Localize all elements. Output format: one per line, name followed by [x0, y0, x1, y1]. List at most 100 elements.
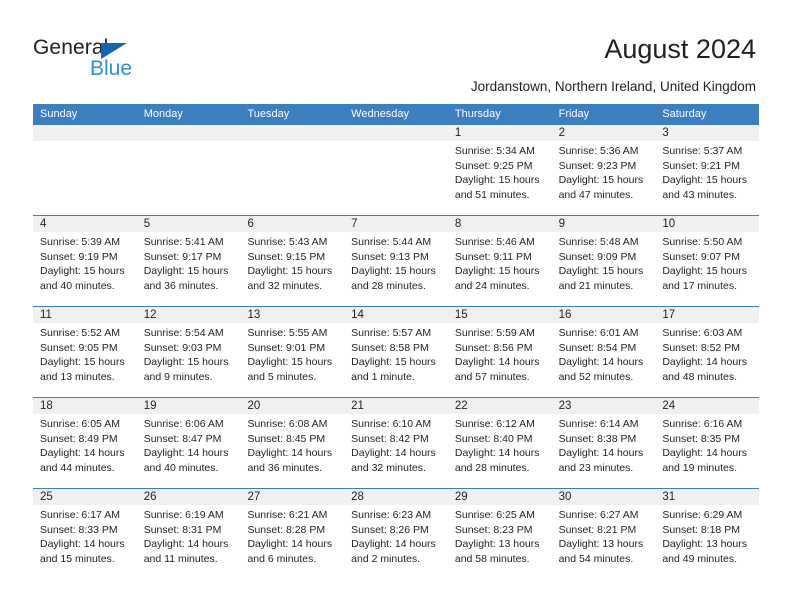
week-row: 1 Sunrise: 5:34 AM Sunset: 9:25 PM Dayli…	[33, 125, 760, 215]
day-info: Sunrise: 6:01 AM Sunset: 8:54 PM Dayligh…	[552, 323, 656, 384]
sunrise-text: Sunrise: 5:37 AM	[662, 145, 743, 157]
daylight-text-line1: Daylight: 14 hours	[40, 447, 125, 460]
daylight-text-line1: Daylight: 14 hours	[662, 356, 747, 369]
day-cell[interactable]: 24 Sunrise: 6:16 AM Sunset: 8:35 PM Dayl…	[655, 398, 760, 488]
page-header: General Blue August 2024 Jordanstown, No…	[0, 0, 792, 100]
day-cell[interactable]: 7 Sunrise: 5:44 AM Sunset: 9:13 PM Dayli…	[344, 216, 448, 306]
general-blue-logo[interactable]: General Blue	[33, 36, 233, 86]
day-cell[interactable]: 8 Sunrise: 5:46 AM Sunset: 9:11 PM Dayli…	[447, 216, 552, 306]
day-number: 25	[33, 489, 137, 505]
weekday-header-friday: Friday	[558, 108, 590, 120]
daylight-text-line2: and 40 minutes.	[143, 461, 219, 474]
daylight-text-line2: and 57 minutes.	[454, 370, 530, 383]
day-info: Sunrise: 5:36 AM Sunset: 9:23 PM Dayligh…	[552, 141, 656, 202]
day-cell[interactable]: 23 Sunrise: 6:14 AM Sunset: 8:38 PM Dayl…	[551, 398, 656, 488]
daylight-text-line1: Daylight: 13 hours	[454, 538, 540, 551]
day-cell[interactable]	[240, 125, 345, 215]
sunset-text: Sunset: 8:31 PM	[143, 523, 222, 536]
day-cell[interactable]: 5 Sunrise: 5:41 AM Sunset: 9:17 PM Dayli…	[136, 216, 241, 306]
sunset-text: Sunset: 8:52 PM	[662, 341, 740, 354]
week-row: 11 Sunrise: 5:52 AM Sunset: 9:05 PM Dayl…	[33, 306, 760, 397]
sunrise-text: Sunrise: 5:46 AM	[454, 236, 535, 248]
daylight-text-line2: and 21 minutes.	[558, 279, 634, 292]
day-cell[interactable]: 20 Sunrise: 6:08 AM Sunset: 8:45 PM Dayl…	[240, 398, 345, 488]
sunset-text: Sunset: 8:47 PM	[143, 432, 222, 445]
daylight-text-line2: and 15 minutes.	[40, 552, 115, 565]
day-cell[interactable]: 21 Sunrise: 6:10 AM Sunset: 8:42 PM Dayl…	[344, 398, 448, 488]
day-cell[interactable]: 14 Sunrise: 5:57 AM Sunset: 8:58 PM Dayl…	[344, 307, 448, 397]
day-cell[interactable]: 31 Sunrise: 6:29 AM Sunset: 8:18 PM Dayl…	[655, 489, 760, 579]
sunset-text: Sunset: 8:21 PM	[558, 523, 637, 536]
day-number: 2	[551, 125, 656, 141]
day-cell[interactable]: 13 Sunrise: 5:55 AM Sunset: 9:01 PM Dayl…	[240, 307, 345, 397]
sunset-text: Sunset: 8:38 PM	[558, 432, 637, 445]
sunset-text: Sunset: 8:23 PM	[454, 523, 533, 536]
day-cell[interactable]: 16 Sunrise: 6:01 AM Sunset: 8:54 PM Dayl…	[551, 307, 656, 397]
day-cell[interactable]: 17 Sunrise: 6:03 AM Sunset: 8:52 PM Dayl…	[655, 307, 760, 397]
daylight-text-line1: Daylight: 15 hours	[247, 265, 333, 278]
day-cell[interactable]: 9 Sunrise: 5:48 AM Sunset: 9:09 PM Dayli…	[551, 216, 656, 306]
day-cell[interactable]: 30 Sunrise: 6:27 AM Sunset: 8:21 PM Dayl…	[551, 489, 656, 579]
daylight-text-line1: Daylight: 15 hours	[454, 174, 540, 187]
day-cell[interactable]: 28 Sunrise: 6:23 AM Sunset: 8:26 PM Dayl…	[344, 489, 448, 579]
day-info: Sunrise: 6:25 AM Sunset: 8:23 PM Dayligh…	[448, 505, 552, 566]
sunrise-text: Sunrise: 5:55 AM	[247, 327, 328, 339]
sunset-text: Sunset: 9:21 PM	[662, 159, 740, 172]
day-cell[interactable]: 27 Sunrise: 6:21 AM Sunset: 8:28 PM Dayl…	[240, 489, 345, 579]
day-info: Sunrise: 5:44 AM Sunset: 9:13 PM Dayligh…	[344, 232, 448, 293]
day-number: 12	[136, 307, 241, 323]
daylight-text-line2: and 49 minutes.	[662, 552, 738, 565]
day-cell[interactable]: 26 Sunrise: 6:19 AM Sunset: 8:31 PM Dayl…	[136, 489, 241, 579]
day-number: 17	[655, 307, 760, 323]
daylight-text-line1: Daylight: 14 hours	[247, 447, 333, 460]
day-cell[interactable]: 18 Sunrise: 6:05 AM Sunset: 8:49 PM Dayl…	[33, 398, 137, 488]
day-info	[344, 141, 448, 144]
day-number	[136, 125, 241, 141]
sunrise-text: Sunrise: 5:59 AM	[454, 327, 535, 339]
sunset-text: Sunset: 8:26 PM	[351, 523, 429, 536]
daylight-text-line1: Daylight: 15 hours	[143, 356, 229, 369]
day-cell[interactable]: 1 Sunrise: 5:34 AM Sunset: 9:25 PM Dayli…	[447, 125, 552, 215]
day-cell[interactable]: 2 Sunrise: 5:36 AM Sunset: 9:23 PM Dayli…	[551, 125, 656, 215]
day-info: Sunrise: 5:39 AM Sunset: 9:19 PM Dayligh…	[33, 232, 137, 293]
sunrise-text: Sunrise: 6:17 AM	[40, 509, 120, 521]
sunrise-text: Sunrise: 6:12 AM	[454, 418, 535, 430]
day-cell[interactable]: 11 Sunrise: 5:52 AM Sunset: 9:05 PM Dayl…	[33, 307, 137, 397]
daylight-text-line1: Daylight: 15 hours	[558, 265, 644, 278]
logo-text-blue: Blue	[90, 57, 133, 80]
weekday-header-wednesday: Wednesday	[351, 108, 410, 120]
sunrise-text: Sunrise: 6:10 AM	[351, 418, 432, 430]
day-cell[interactable]	[344, 125, 448, 215]
day-info: Sunrise: 6:17 AM Sunset: 8:33 PM Dayligh…	[33, 505, 137, 566]
week-row: 4 Sunrise: 5:39 AM Sunset: 9:19 PM Dayli…	[33, 215, 760, 306]
day-info	[240, 141, 344, 144]
sunrise-text: Sunrise: 6:03 AM	[662, 327, 743, 339]
day-number: 18	[33, 398, 137, 414]
day-cell[interactable]: 10 Sunrise: 5:50 AM Sunset: 9:07 PM Dayl…	[655, 216, 760, 306]
sunrise-text: Sunrise: 5:52 AM	[40, 327, 120, 339]
day-cell[interactable]: 3 Sunrise: 5:37 AM Sunset: 9:21 PM Dayli…	[655, 125, 760, 215]
sunrise-text: Sunrise: 6:14 AM	[558, 418, 639, 430]
daylight-text-line1: Daylight: 14 hours	[662, 447, 747, 460]
day-info: Sunrise: 5:50 AM Sunset: 9:07 PM Dayligh…	[655, 232, 759, 293]
day-cell[interactable]: 29 Sunrise: 6:25 AM Sunset: 8:23 PM Dayl…	[447, 489, 552, 579]
weekday-header-saturday: Saturday	[662, 108, 707, 120]
day-cell[interactable]: 6 Sunrise: 5:43 AM Sunset: 9:15 PM Dayli…	[240, 216, 345, 306]
day-cell[interactable]	[136, 125, 241, 215]
day-info: Sunrise: 5:46 AM Sunset: 9:11 PM Dayligh…	[448, 232, 552, 293]
day-info: Sunrise: 6:27 AM Sunset: 8:21 PM Dayligh…	[552, 505, 656, 566]
day-cell[interactable]: 4 Sunrise: 5:39 AM Sunset: 9:19 PM Dayli…	[33, 216, 137, 306]
daylight-text-line1: Daylight: 14 hours	[351, 538, 436, 551]
day-cell[interactable]: 19 Sunrise: 6:06 AM Sunset: 8:47 PM Dayl…	[136, 398, 241, 488]
day-cell[interactable]: 12 Sunrise: 5:54 AM Sunset: 9:03 PM Dayl…	[136, 307, 241, 397]
day-cell[interactable]: 25 Sunrise: 6:17 AM Sunset: 8:33 PM Dayl…	[33, 489, 137, 579]
day-number: 14	[344, 307, 448, 323]
sunset-text: Sunset: 8:49 PM	[40, 432, 118, 445]
day-cell[interactable]: 15 Sunrise: 5:59 AM Sunset: 8:56 PM Dayl…	[447, 307, 552, 397]
sunrise-text: Sunrise: 6:25 AM	[454, 509, 535, 521]
day-cell[interactable]	[33, 125, 137, 215]
daylight-text-line1: Daylight: 15 hours	[662, 265, 747, 278]
sunset-text: Sunset: 8:28 PM	[247, 523, 326, 536]
day-number: 3	[655, 125, 760, 141]
day-cell[interactable]: 22 Sunrise: 6:12 AM Sunset: 8:40 PM Dayl…	[447, 398, 552, 488]
